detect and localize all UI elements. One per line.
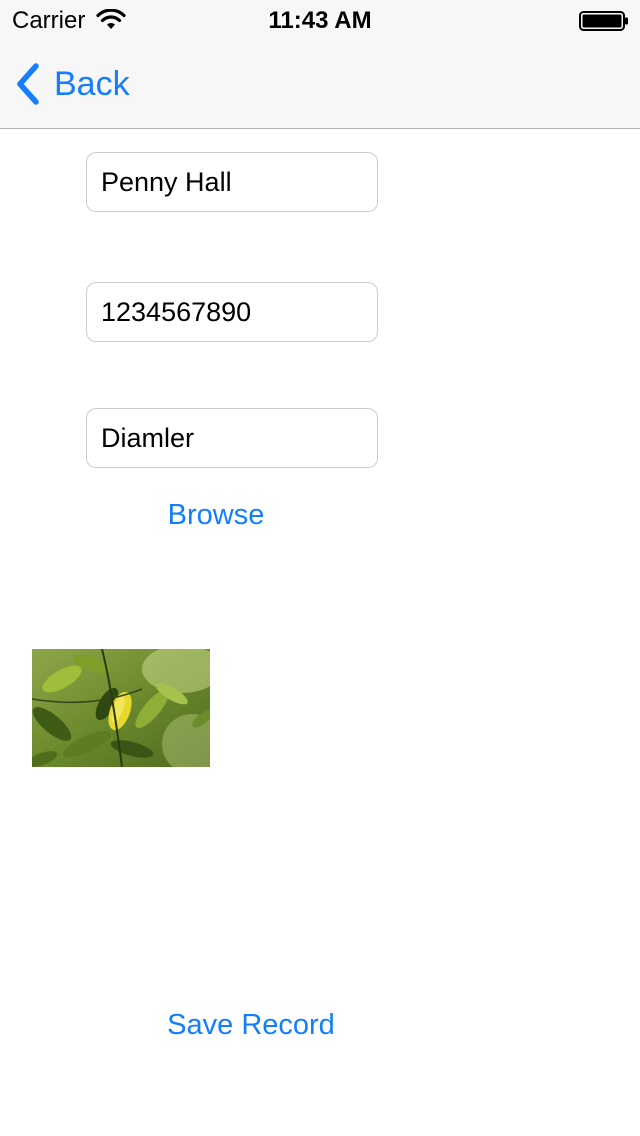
navigation-bar: Back	[0, 40, 640, 129]
back-button[interactable]: Back	[14, 62, 130, 106]
name-field[interactable]	[86, 152, 378, 212]
chevron-left-icon	[17, 63, 39, 105]
phone-field[interactable]	[86, 282, 378, 342]
clock-time: 11:43 AM	[268, 7, 372, 34]
status-bar: Carrier 11:43 AM	[0, 0, 640, 40]
browse-button[interactable]: Browse	[156, 494, 276, 536]
battery-icon	[579, 11, 628, 31]
save-record-button[interactable]: Save Record	[154, 1004, 348, 1046]
back-label: Back	[54, 65, 130, 103]
company-field[interactable]	[86, 408, 378, 468]
leaf-photo	[32, 649, 210, 767]
